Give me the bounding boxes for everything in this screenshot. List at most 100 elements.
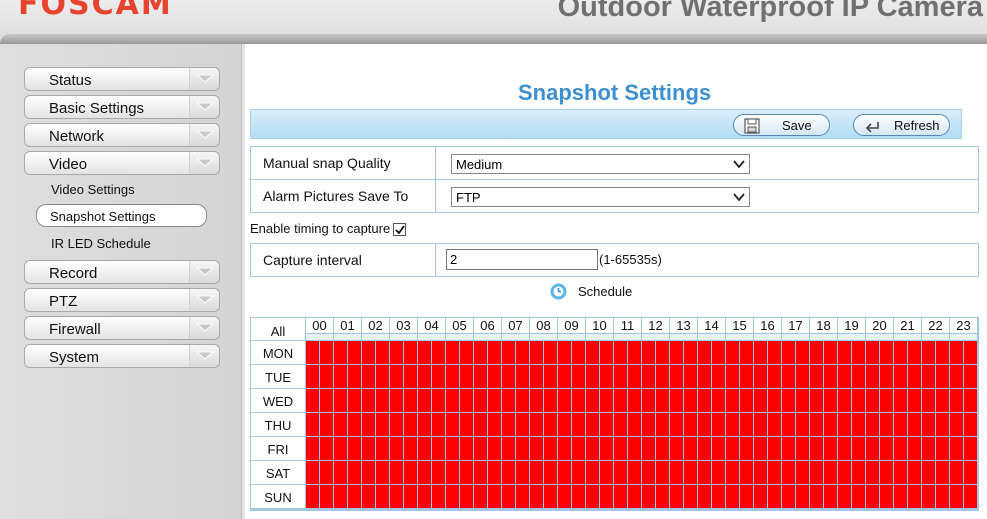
select-all-cell[interactable]: All xyxy=(251,318,305,340)
schedule-slot[interactable] xyxy=(936,389,949,412)
schedule-slot[interactable] xyxy=(362,413,375,436)
schedule-slot[interactable] xyxy=(782,341,795,364)
schedule-slot[interactable] xyxy=(306,365,319,388)
schedule-slot[interactable] xyxy=(866,413,879,436)
schedule-slot[interactable] xyxy=(600,389,613,412)
refresh-button[interactable]: Refresh xyxy=(853,114,950,136)
schedule-slot[interactable] xyxy=(852,341,865,364)
schedule-slot[interactable] xyxy=(628,365,641,388)
schedule-slot[interactable] xyxy=(810,485,823,508)
sidebar-sub-ir-led-schedule[interactable]: IR LED Schedule xyxy=(51,236,151,251)
schedule-slot[interactable] xyxy=(698,461,711,484)
schedule-slot[interactable] xyxy=(544,389,557,412)
schedule-slot[interactable] xyxy=(334,461,347,484)
schedule-slot[interactable] xyxy=(320,341,333,364)
schedule-slot[interactable] xyxy=(754,461,767,484)
schedule-slot[interactable] xyxy=(600,485,613,508)
schedule-slot[interactable] xyxy=(418,389,431,412)
schedule-slot[interactable] xyxy=(670,341,683,364)
schedule-slot[interactable] xyxy=(768,437,781,460)
schedule-slot[interactable] xyxy=(418,461,431,484)
schedule-slot[interactable] xyxy=(670,413,683,436)
schedule-slot[interactable] xyxy=(558,341,571,364)
schedule-slot[interactable] xyxy=(824,341,837,364)
schedule-slot[interactable] xyxy=(460,341,473,364)
schedule-slot[interactable] xyxy=(810,389,823,412)
hour-header-00[interactable]: 00 xyxy=(306,318,333,340)
schedule-slot[interactable] xyxy=(950,341,963,364)
schedule-slot[interactable] xyxy=(880,341,893,364)
schedule-slot[interactable] xyxy=(376,437,389,460)
schedule-slot[interactable] xyxy=(964,389,977,412)
schedule-slot[interactable] xyxy=(740,389,753,412)
schedule-slot[interactable] xyxy=(698,389,711,412)
schedule-slot[interactable] xyxy=(810,413,823,436)
schedule-slot[interactable] xyxy=(418,341,431,364)
schedule-slot[interactable] xyxy=(866,461,879,484)
schedule-slot[interactable] xyxy=(852,437,865,460)
schedule-slot[interactable] xyxy=(894,413,907,436)
schedule-slot[interactable] xyxy=(796,365,809,388)
schedule-slot[interactable] xyxy=(712,485,725,508)
schedule-slot[interactable] xyxy=(334,485,347,508)
schedule-slot[interactable] xyxy=(446,365,459,388)
schedule-slot[interactable] xyxy=(614,485,627,508)
schedule-slot[interactable] xyxy=(446,389,459,412)
schedule-slot[interactable] xyxy=(390,437,403,460)
schedule-slot[interactable] xyxy=(530,389,543,412)
schedule-slot[interactable] xyxy=(474,461,487,484)
schedule-slot[interactable] xyxy=(684,413,697,436)
hour-header-20[interactable]: 20 xyxy=(866,318,893,340)
schedule-slot[interactable] xyxy=(796,485,809,508)
schedule-slot[interactable] xyxy=(572,437,585,460)
day-label-mon[interactable]: MON xyxy=(251,341,305,364)
schedule-slot[interactable] xyxy=(474,413,487,436)
schedule-slot[interactable] xyxy=(796,461,809,484)
schedule-slot[interactable] xyxy=(880,413,893,436)
schedule-slot[interactable] xyxy=(698,341,711,364)
schedule-slot[interactable] xyxy=(320,485,333,508)
schedule-slot[interactable] xyxy=(642,389,655,412)
schedule-slot[interactable] xyxy=(936,365,949,388)
hour-header-05[interactable]: 05 xyxy=(446,318,473,340)
schedule-slot[interactable] xyxy=(642,341,655,364)
schedule-slot[interactable] xyxy=(586,341,599,364)
schedule-slot[interactable] xyxy=(950,437,963,460)
schedule-slot[interactable] xyxy=(306,389,319,412)
schedule-slot[interactable] xyxy=(964,365,977,388)
schedule-slot[interactable] xyxy=(418,365,431,388)
schedule-slot[interactable] xyxy=(866,485,879,508)
schedule-slot[interactable] xyxy=(334,389,347,412)
schedule-slot[interactable] xyxy=(502,341,515,364)
schedule-slot[interactable] xyxy=(390,341,403,364)
sidebar-item-network[interactable]: Network xyxy=(24,123,220,147)
schedule-slot[interactable] xyxy=(740,341,753,364)
schedule-slot[interactable] xyxy=(810,437,823,460)
schedule-slot[interactable] xyxy=(908,461,921,484)
schedule-slot[interactable] xyxy=(838,365,851,388)
schedule-slot[interactable] xyxy=(768,485,781,508)
schedule-slot[interactable] xyxy=(684,341,697,364)
schedule-slot[interactable] xyxy=(642,437,655,460)
sidebar-item-status[interactable]: Status xyxy=(24,67,220,91)
hour-header-14[interactable]: 14 xyxy=(698,318,725,340)
hour-header-22[interactable]: 22 xyxy=(922,318,949,340)
schedule-slot[interactable] xyxy=(530,437,543,460)
schedule-slot[interactable] xyxy=(908,437,921,460)
schedule-slot[interactable] xyxy=(670,389,683,412)
schedule-slot[interactable] xyxy=(404,341,417,364)
schedule-slot[interactable] xyxy=(516,413,529,436)
schedule-slot[interactable] xyxy=(712,413,725,436)
schedule-slot[interactable] xyxy=(362,341,375,364)
schedule-slot[interactable] xyxy=(460,413,473,436)
schedule-slot[interactable] xyxy=(600,437,613,460)
schedule-slot[interactable] xyxy=(880,437,893,460)
schedule-slot[interactable] xyxy=(628,437,641,460)
day-label-fri[interactable]: FRI xyxy=(251,437,305,460)
schedule-slot[interactable] xyxy=(782,461,795,484)
schedule-slot[interactable] xyxy=(838,413,851,436)
schedule-slot[interactable] xyxy=(740,413,753,436)
schedule-slot[interactable] xyxy=(572,461,585,484)
schedule-slot[interactable] xyxy=(446,437,459,460)
schedule-slot[interactable] xyxy=(488,413,501,436)
